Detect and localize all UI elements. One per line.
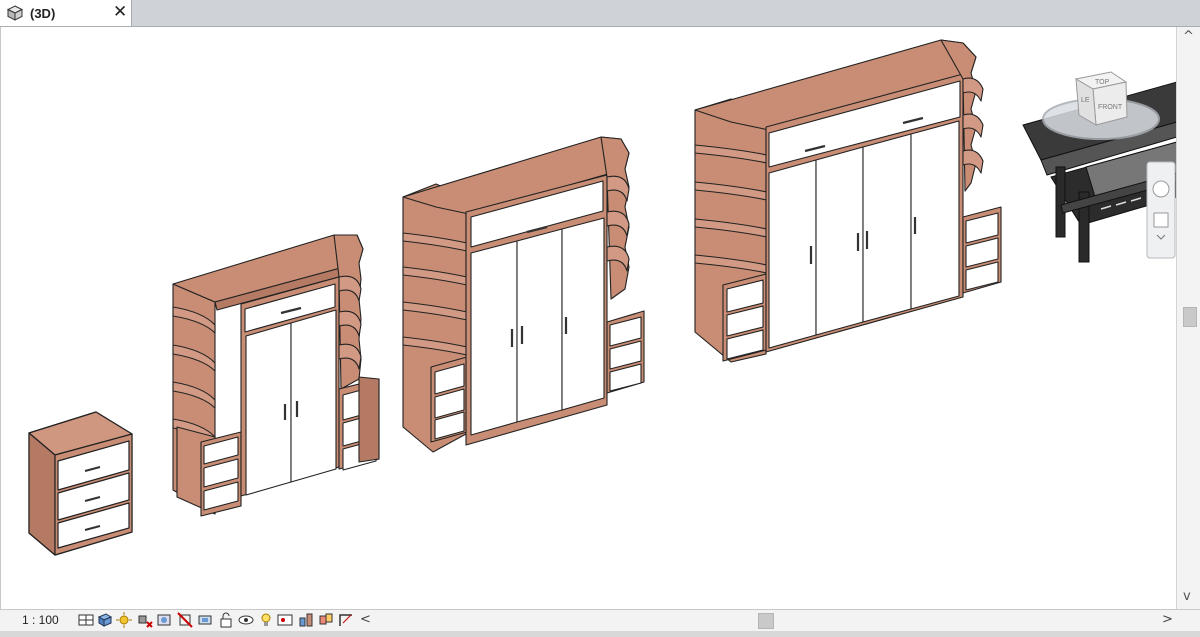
scale-selector[interactable]: 1 : 100 (22, 613, 59, 627)
temp-view-properties-icon[interactable] (277, 612, 293, 628)
horizontal-scroll-thumb[interactable] (758, 613, 774, 629)
wardrobe-four-door[interactable] (694, 39, 1002, 363)
temporary-hide-icon[interactable] (238, 612, 254, 628)
viewcube-side-label: LE (1081, 97, 1090, 104)
visual-style-icon[interactable] (97, 612, 113, 628)
vertical-scroll-thumb[interactable] (1183, 307, 1197, 327)
chest-of-drawers[interactable] (28, 411, 133, 556)
viewcube[interactable]: TOP FRONT LE (1042, 71, 1160, 140)
crop-view-icon[interactable] (177, 612, 193, 628)
navigation-bar[interactable] (1146, 161, 1176, 259)
close-icon[interactable]: ✕ (113, 2, 127, 22)
analytical-model-icon[interactable] (298, 612, 314, 628)
view-control-bar: 1 : 100 < > (0, 609, 1200, 632)
viewcube-top-label: TOP (1095, 79, 1110, 86)
3d-viewport[interactable]: TOP FRONT LE (0, 27, 1177, 609)
detail-level-icon[interactable] (78, 612, 94, 628)
view-tab-label: (3D) (30, 6, 56, 21)
vertical-scrollbar[interactable]: ^ v (1176, 27, 1200, 609)
view-tab-3d[interactable]: (3D) ✕ (0, 0, 132, 26)
scroll-left-arrow[interactable]: < (360, 612, 371, 627)
shadows-icon[interactable] (137, 612, 153, 628)
unlock-3d-view-icon[interactable] (218, 612, 234, 628)
3d-model-scene: TOP FRONT LE (28, 39, 1177, 556)
scroll-up-arrow[interactable]: ^ (1183, 29, 1194, 44)
highlight-displacement-icon[interactable] (318, 612, 334, 628)
viewcube-front-label: FRONT (1098, 104, 1123, 111)
reveal-constraints-icon[interactable] (338, 612, 354, 628)
window-bottom-edge (0, 631, 1200, 637)
zoom-icon (1153, 212, 1169, 228)
scroll-right-arrow[interactable]: > (1162, 612, 1173, 627)
view-tab-bar: (3D) ✕ (0, 0, 1200, 27)
scroll-down-arrow[interactable]: v (1183, 589, 1191, 604)
3d-view-cube-icon (7, 5, 23, 21)
wardrobe-three-door[interactable] (402, 136, 645, 453)
sun-path-icon[interactable] (116, 612, 132, 628)
render-icon[interactable] (156, 612, 172, 628)
steering-wheel-icon (1152, 180, 1170, 198)
wardrobe-two-door[interactable] (172, 234, 380, 517)
reveal-hidden-icon[interactable] (258, 612, 274, 628)
show-crop-icon[interactable] (197, 612, 213, 628)
